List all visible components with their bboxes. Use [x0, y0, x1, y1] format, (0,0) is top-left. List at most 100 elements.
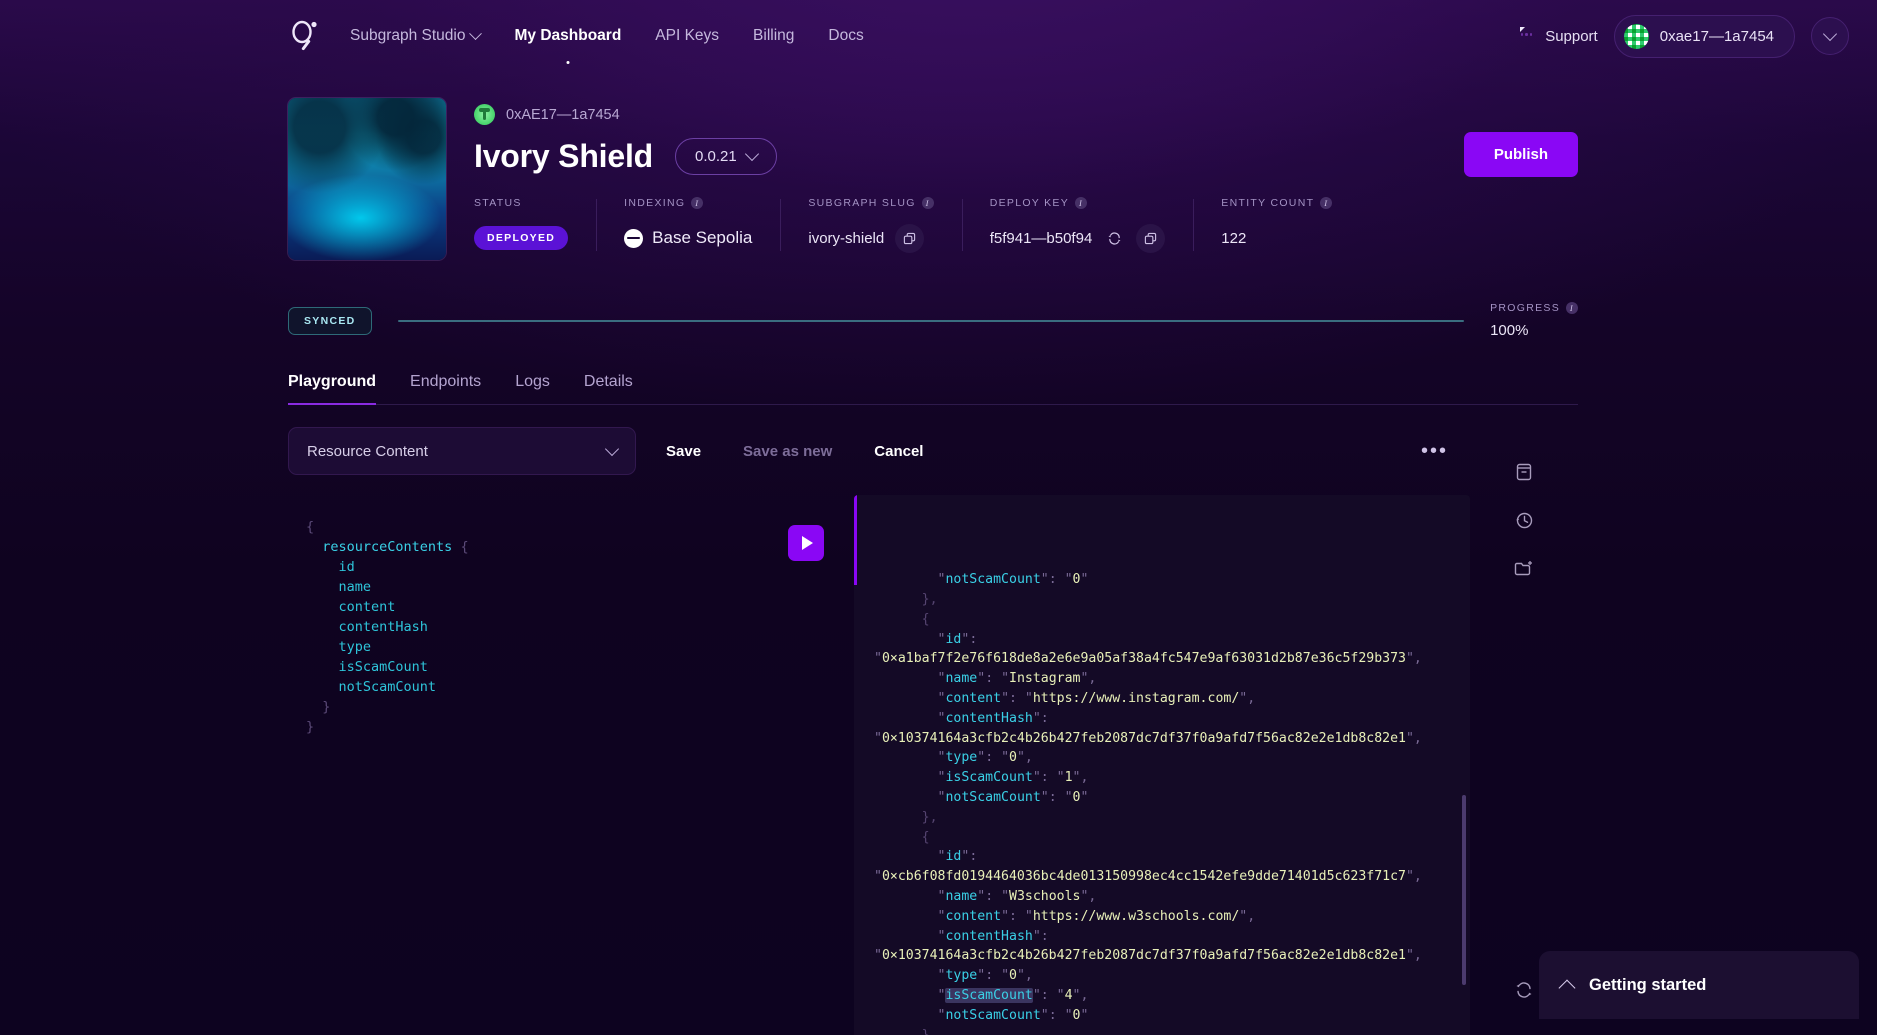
nav-item-label: My Dashboard — [514, 27, 622, 44]
query-tab-select[interactable]: Resource Content — [288, 427, 636, 475]
query-line: } — [306, 699, 331, 715]
playground-side-rail — [1470, 427, 1578, 1035]
meta-deploy-key-label: DEPLOY KEY i — [990, 197, 1166, 209]
meta-status-label: STATUS — [474, 197, 522, 209]
chevron-down-icon — [1822, 26, 1838, 41]
result-value: 0 — [1009, 750, 1017, 766]
save-button[interactable]: Save — [662, 443, 705, 460]
tab-playground[interactable]: Playground — [288, 373, 377, 405]
result-value: https://www.w3schools.com/ — [1032, 908, 1240, 924]
nav-item-docs[interactable]: Docs — [826, 23, 865, 49]
account-chip[interactable]: 0xae17—1a7454 — [1613, 14, 1795, 58]
info-icon[interactable]: i — [691, 197, 704, 209]
owner-address[interactable]: 0xAE17—1a7454 — [506, 107, 620, 123]
chevron-down-icon — [744, 146, 759, 162]
meta-status: STATUS DEPLOYED — [474, 197, 596, 253]
query-result-panel[interactable]: "notScamCount": "0" }, { "id": "0×a1baf7… — [854, 495, 1470, 1035]
info-icon[interactable]: i — [1320, 197, 1333, 209]
meta-entity-count: ENTITY COUNT i 122 — [1193, 197, 1360, 253]
meta-slug-label: SUBGRAPH SLUG i — [808, 197, 934, 209]
regenerate-deploy-key-button[interactable] — [1103, 224, 1125, 253]
graphql-query-editor[interactable]: { resourceContents { id name content con… — [288, 495, 788, 1035]
chevron-down-icon — [604, 441, 620, 456]
history-clock-icon[interactable] — [1513, 509, 1535, 531]
query-line: notScamCount — [306, 679, 437, 695]
deploy-key-value: f5f941—b50f94 — [989, 229, 1093, 247]
result-key-selected: isScamCount — [945, 987, 1033, 1003]
subgraph-header: 0xAE17—1a7454 Ivory Shield 0.0.21 STATUS… — [288, 98, 1578, 260]
account-address: 0xae17—1a7454 — [1659, 27, 1774, 45]
refresh-icon — [1108, 231, 1121, 245]
getting-started-label: Getting started — [1589, 975, 1707, 994]
getting-started-panel[interactable]: Getting started — [1539, 951, 1859, 1019]
title-row: Ivory Shield 0.0.21 — [474, 138, 1436, 175]
info-icon[interactable]: i — [1075, 197, 1088, 209]
nav-item-api-keys[interactable]: API Keys — [653, 23, 721, 49]
nav-item-label: Docs — [828, 27, 864, 44]
query-line: content — [306, 599, 396, 615]
subgraph-thumbnail — [288, 98, 446, 260]
nav-item-label: API Keys — [655, 27, 720, 44]
copy-icon — [1145, 232, 1157, 244]
chat-bubble-icon — [1517, 28, 1536, 44]
result-json-content: "notScamCount": "0" }, { "id": "0×a1baf7… — [874, 572, 1422, 1035]
subgraph-meta-row: STATUS DEPLOYED INDEXING i Base Sepolia — [474, 197, 1436, 253]
result-key: type — [945, 750, 978, 766]
docs-book-icon[interactable] — [1513, 461, 1535, 483]
account-menu-toggle[interactable] — [1811, 17, 1849, 55]
more-options-button[interactable]: ••• — [1421, 440, 1470, 463]
copy-icon — [904, 232, 916, 244]
page-title: Ivory Shield — [474, 138, 653, 174]
result-key: name — [945, 888, 978, 904]
meta-entity-count-label: ENTITY COUNT i — [1221, 197, 1333, 209]
support-button[interactable]: Support — [1517, 28, 1598, 45]
meta-deploy-key: DEPLOY KEY i f5f941—b50f94 — [961, 197, 1194, 253]
publish-button[interactable]: Publish — [1463, 132, 1578, 177]
result-key: contentHash — [945, 928, 1033, 944]
result-key: notScamCount — [945, 789, 1041, 805]
header-actions: Publish — [1463, 98, 1578, 177]
nav-item-billing[interactable]: Billing — [751, 23, 796, 49]
result-key: id — [945, 631, 962, 647]
nav-right-group: Support 0xae17—1a7454 — [1517, 14, 1849, 58]
indexing-network: Base Sepolia — [624, 228, 752, 248]
nav-item-my-dashboard[interactable]: My Dashboard — [512, 23, 623, 49]
result-value: https://www.instagram.com/ — [1032, 690, 1240, 706]
playground-editors: { resourceContents { id name content con… — [288, 495, 1470, 1035]
query-line: isScamCount — [306, 659, 428, 675]
info-icon[interactable]: i — [1566, 302, 1578, 314]
version-value: 0.0.21 — [695, 148, 737, 165]
result-value: 1 — [1064, 770, 1073, 786]
result-key: notScamCount — [945, 1007, 1041, 1023]
tab-logs[interactable]: Logs — [515, 373, 550, 404]
meta-label-text: DEPLOY KEY — [989, 197, 1070, 209]
result-key: type — [945, 968, 978, 984]
meta-indexing-label: INDEXING i — [624, 197, 752, 209]
play-icon — [802, 536, 813, 550]
save-as-new-button[interactable]: Save as new — [739, 443, 836, 460]
result-value: 0 — [1009, 968, 1017, 984]
query-line: { — [306, 519, 315, 535]
result-accent-bar — [854, 495, 857, 585]
tab-endpoints[interactable]: Endpoints — [410, 373, 481, 404]
version-selector[interactable]: 0.0.21 — [675, 138, 777, 175]
refresh-icon[interactable] — [1513, 979, 1535, 1001]
result-scrollbar[interactable] — [1462, 795, 1466, 985]
execute-query-button[interactable] — [788, 525, 824, 561]
cancel-button[interactable]: Cancel — [870, 443, 927, 460]
result-key: notScamCount — [945, 572, 1041, 588]
graph-logo-icon[interactable] — [288, 19, 322, 53]
info-icon[interactable]: i — [921, 197, 934, 209]
tab-details[interactable]: Details — [584, 373, 633, 404]
query-line: contentHash — [306, 619, 428, 635]
playground-toolbar: Resource Content Save Save as new Cancel… — [288, 427, 1470, 475]
subgraph-slug-value: ivory-shield — [808, 229, 885, 247]
playground-section: Resource Content Save Save as new Cancel… — [288, 427, 1578, 1035]
copy-deploy-key-button[interactable] — [1136, 223, 1166, 253]
entity-count-value: 122 — [1221, 229, 1247, 247]
nav-item-subgraph-studio[interactable]: Subgraph Studio — [348, 23, 483, 49]
page-content: 0xAE17—1a7454 Ivory Shield 0.0.21 STATUS… — [0, 72, 1877, 1035]
copy-slug-button[interactable] — [895, 223, 925, 253]
new-tab-folder-icon[interactable] — [1513, 557, 1535, 579]
result-value: W3schools — [1009, 888, 1081, 904]
